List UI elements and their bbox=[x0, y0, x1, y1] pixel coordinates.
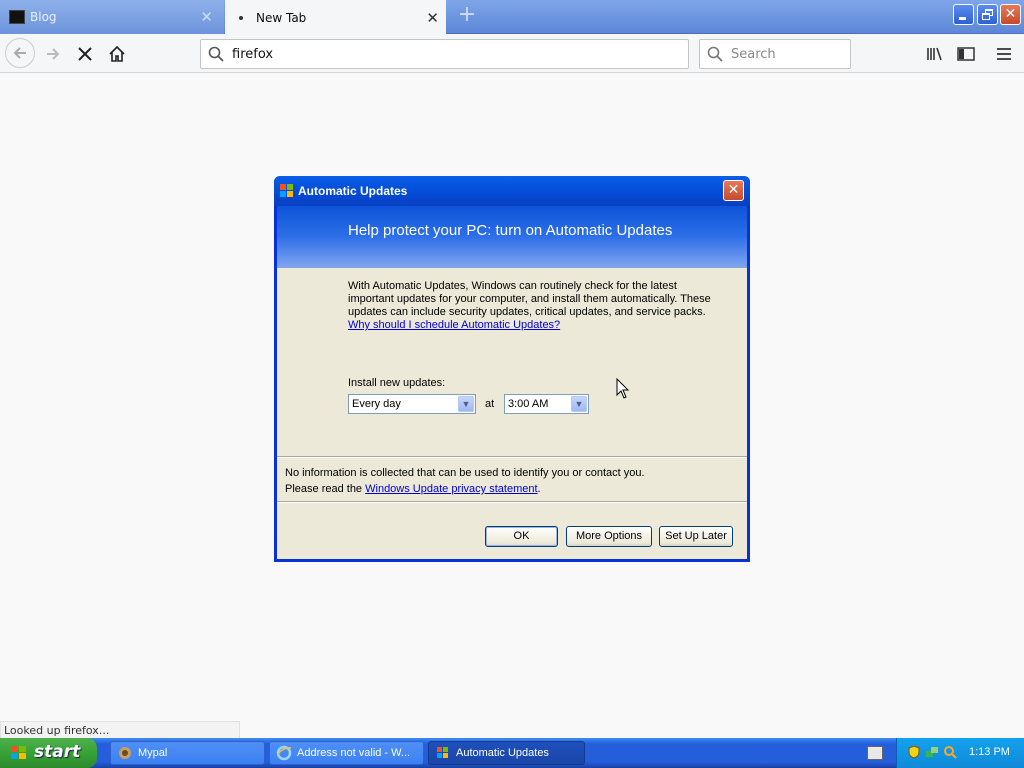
taskbar-item-address-not-valid[interactable]: Address not valid - W... bbox=[269, 741, 424, 765]
url-text[interactable]: firefox bbox=[232, 47, 273, 62]
keyboard-layout-icon[interactable] bbox=[867, 746, 883, 760]
clock: 1:13 PM bbox=[969, 746, 1010, 758]
more-options-button[interactable]: More Options bbox=[566, 526, 652, 547]
dialog-titlebar[interactable]: Automatic Updates ✕ bbox=[274, 176, 750, 206]
window-close-button[interactable]: ✕ bbox=[1000, 4, 1021, 25]
back-button[interactable] bbox=[5, 38, 35, 68]
windows-flag-icon bbox=[11, 746, 26, 759]
tab-label: New Tab bbox=[256, 10, 307, 25]
privacy-statement-link[interactable]: Windows Update privacy statement bbox=[365, 483, 537, 495]
ok-button[interactable]: OK bbox=[485, 526, 558, 547]
frequency-value: Every day bbox=[352, 398, 401, 410]
navigation-toolbar: firefox Search bbox=[0, 34, 1024, 73]
mypal-icon bbox=[119, 747, 131, 759]
loading-dot-icon bbox=[239, 15, 243, 20]
mouse-cursor-icon bbox=[616, 378, 630, 399]
forward-button[interactable] bbox=[39, 40, 67, 68]
windows-update-icon bbox=[280, 184, 293, 197]
dialog-description: With Automatic Updates, Windows can rout… bbox=[348, 280, 720, 332]
chevron-down-icon[interactable]: ▼ bbox=[458, 396, 474, 412]
hamburger-menu-button[interactable] bbox=[990, 40, 1018, 68]
dialog-close-button[interactable]: ✕ bbox=[723, 180, 744, 201]
task-label: Address not valid - W... bbox=[297, 747, 411, 759]
home-button[interactable] bbox=[103, 40, 131, 68]
divider bbox=[277, 456, 747, 458]
search-icon bbox=[208, 46, 224, 62]
menu-icon bbox=[997, 48, 1011, 60]
why-schedule-link[interactable]: Why should I schedule Automatic Updates? bbox=[348, 319, 560, 331]
install-updates-label: Install new updates: bbox=[348, 377, 446, 389]
task-label: Mypal bbox=[138, 747, 168, 759]
automatic-updates-dialog: Automatic Updates ✕ Help protect your PC… bbox=[274, 176, 750, 562]
dialog-title: Automatic Updates bbox=[298, 184, 408, 198]
privacy-prefix: Please read the bbox=[285, 483, 366, 495]
tab-label: Blog bbox=[30, 10, 57, 24]
frequency-dropdown[interactable]: Every day ▼ bbox=[348, 394, 476, 414]
windows-update-icon bbox=[437, 747, 448, 758]
divider bbox=[277, 501, 747, 503]
back-arrow-icon bbox=[13, 47, 26, 59]
tab-blog[interactable]: Blog ✕ bbox=[0, 0, 224, 34]
tab-strip: Blog ✕ New Tab ✕ + ✕ bbox=[0, 0, 1024, 35]
time-dropdown[interactable]: 3:00 AM ▼ bbox=[504, 394, 589, 414]
stop-x-icon bbox=[78, 47, 92, 61]
close-tab-icon[interactable]: ✕ bbox=[426, 9, 439, 27]
blog-favicon-icon bbox=[9, 10, 25, 24]
privacy-line: No information is collected that can be … bbox=[285, 467, 645, 479]
network-icon[interactable] bbox=[925, 745, 939, 759]
dialog-banner: Help protect your PC: turn on Automatic … bbox=[277, 206, 747, 268]
search-bar[interactable]: Search bbox=[699, 39, 851, 69]
taskbar-item-automatic-updates[interactable]: Automatic Updates bbox=[428, 741, 585, 765]
start-button[interactable]: start bbox=[0, 738, 97, 768]
home-icon bbox=[109, 46, 125, 62]
description-line: updates can include security updates, cr… bbox=[348, 306, 706, 318]
start-label: start bbox=[34, 742, 81, 762]
set-up-later-button[interactable]: Set Up Later bbox=[659, 526, 733, 547]
at-label: at bbox=[485, 398, 495, 410]
search-tray-icon[interactable] bbox=[943, 745, 957, 759]
search-placeholder[interactable]: Search bbox=[731, 47, 776, 62]
description-line: important updates for your computer, and… bbox=[348, 293, 711, 305]
chevron-down-icon[interactable]: ▼ bbox=[571, 396, 587, 412]
stop-button[interactable] bbox=[71, 40, 99, 68]
status-text: Looked up firefox... bbox=[0, 721, 240, 739]
minimize-button[interactable] bbox=[953, 4, 974, 25]
library-button[interactable] bbox=[921, 40, 949, 68]
tab-new-tab[interactable]: New Tab ✕ bbox=[225, 0, 446, 35]
system-tray: 1:13 PM bbox=[896, 738, 1024, 768]
time-value: 3:00 AM bbox=[508, 398, 549, 410]
taskbar: start Mypal Address not valid - W... Aut… bbox=[0, 738, 1024, 768]
restore-button[interactable] bbox=[977, 4, 998, 25]
sidebar-icon bbox=[957, 47, 975, 61]
privacy-notice: No information is collected that can be … bbox=[285, 465, 645, 497]
new-tab-plus-icon[interactable]: + bbox=[456, 4, 478, 27]
dialog-heading: Help protect your PC: turn on Automatic … bbox=[348, 222, 673, 239]
sidebar-button[interactable] bbox=[952, 40, 980, 68]
forward-arrow-icon bbox=[47, 48, 60, 60]
close-tab-icon[interactable]: ✕ bbox=[200, 8, 213, 26]
privacy-suffix: . bbox=[537, 483, 541, 495]
url-bar[interactable]: firefox bbox=[200, 39, 689, 69]
taskbar-item-mypal[interactable]: Mypal bbox=[110, 741, 265, 765]
description-line: With Automatic Updates, Windows can rout… bbox=[348, 280, 677, 292]
library-icon bbox=[927, 47, 942, 61]
internet-explorer-icon bbox=[276, 745, 292, 761]
search-icon bbox=[707, 46, 723, 62]
task-label: Automatic Updates bbox=[456, 747, 549, 759]
security-shield-icon[interactable] bbox=[907, 745, 921, 759]
